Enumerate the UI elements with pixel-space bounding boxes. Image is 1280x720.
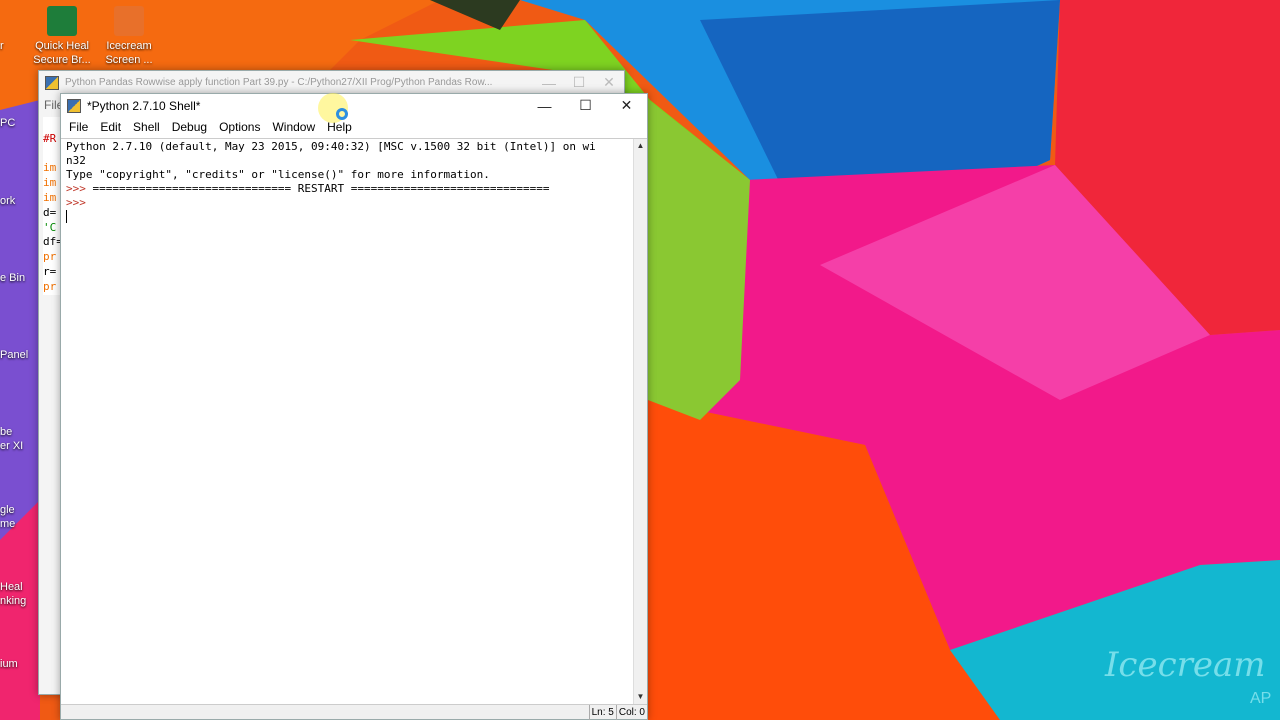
python-shell-icon <box>67 98 81 113</box>
close-button[interactable]: ✕ <box>606 97 647 114</box>
desktop-label[interactable]: Panel <box>0 348 28 362</box>
desktop-label[interactable]: be <box>0 425 12 439</box>
desktop-icon-icecream[interactable]: Icecream Screen ... <box>97 6 161 67</box>
editor-title: Python Pandas Rowwise apply function Par… <box>65 77 493 88</box>
desktop-label[interactable]: PC <box>0 116 15 130</box>
menu-help[interactable]: Help <box>321 120 358 134</box>
loading-cursor-icon <box>336 108 348 120</box>
menu-options[interactable]: Options <box>213 120 266 134</box>
menu-shell[interactable]: Shell <box>127 120 166 134</box>
desktop-label[interactable]: gle <box>0 503 15 517</box>
shell-text-area[interactable]: Python 2.7.10 (default, May 23 2015, 09:… <box>61 138 647 720</box>
maximize-button[interactable]: ☐ <box>565 97 606 114</box>
menu-edit[interactable]: Edit <box>94 120 127 134</box>
desktop-label[interactable]: me <box>0 517 15 531</box>
menu-window[interactable]: Window <box>266 120 321 134</box>
line-number: Ln: 5 <box>588 704 616 720</box>
minimize-button[interactable]: — <box>524 98 565 114</box>
python-shell-window[interactable]: *Python 2.7.10 Shell* — ☐ ✕ File Edit Sh… <box>60 93 648 720</box>
desktop-label[interactable]: ork <box>0 194 15 208</box>
desktop-label[interactable]: nking <box>0 594 26 608</box>
quick-heal-icon <box>47 6 77 36</box>
maximize-button[interactable]: ☐ <box>564 74 594 91</box>
shell-title: *Python 2.7.10 Shell* <box>87 98 201 113</box>
text-cursor <box>66 210 67 223</box>
desktop-label[interactable]: ium <box>0 657 18 671</box>
menu-debug[interactable]: Debug <box>166 120 213 134</box>
vertical-scrollbar[interactable]: ▲ ▼ <box>633 139 647 704</box>
menu-file[interactable]: File <box>63 120 94 134</box>
menu-bar: File Edit Shell Debug Options Window Hel… <box>61 117 647 137</box>
column-number: Col: 0 <box>615 704 647 720</box>
desktop-icon-quick-heal[interactable]: Quick Heal Secure Br... <box>30 6 94 67</box>
desktop-label[interactable]: r <box>0 39 4 53</box>
python-file-icon <box>45 75 59 90</box>
minimize-button[interactable]: — <box>534 75 564 91</box>
status-bar: Ln: 5 Col: 0 <box>61 704 647 720</box>
desktop-label[interactable]: er XI <box>0 439 23 453</box>
close-button[interactable]: ✕ <box>594 74 624 91</box>
scroll-down-arrow-icon[interactable]: ▼ <box>634 690 647 704</box>
icecream-icon <box>114 6 144 36</box>
watermark: Icecream <box>1105 645 1266 685</box>
scroll-up-arrow-icon[interactable]: ▲ <box>634 139 647 153</box>
desktop-label[interactable]: e Bin <box>0 271 25 285</box>
watermark-sub: AP <box>1250 690 1272 707</box>
desktop-label[interactable]: Heal <box>0 580 23 594</box>
